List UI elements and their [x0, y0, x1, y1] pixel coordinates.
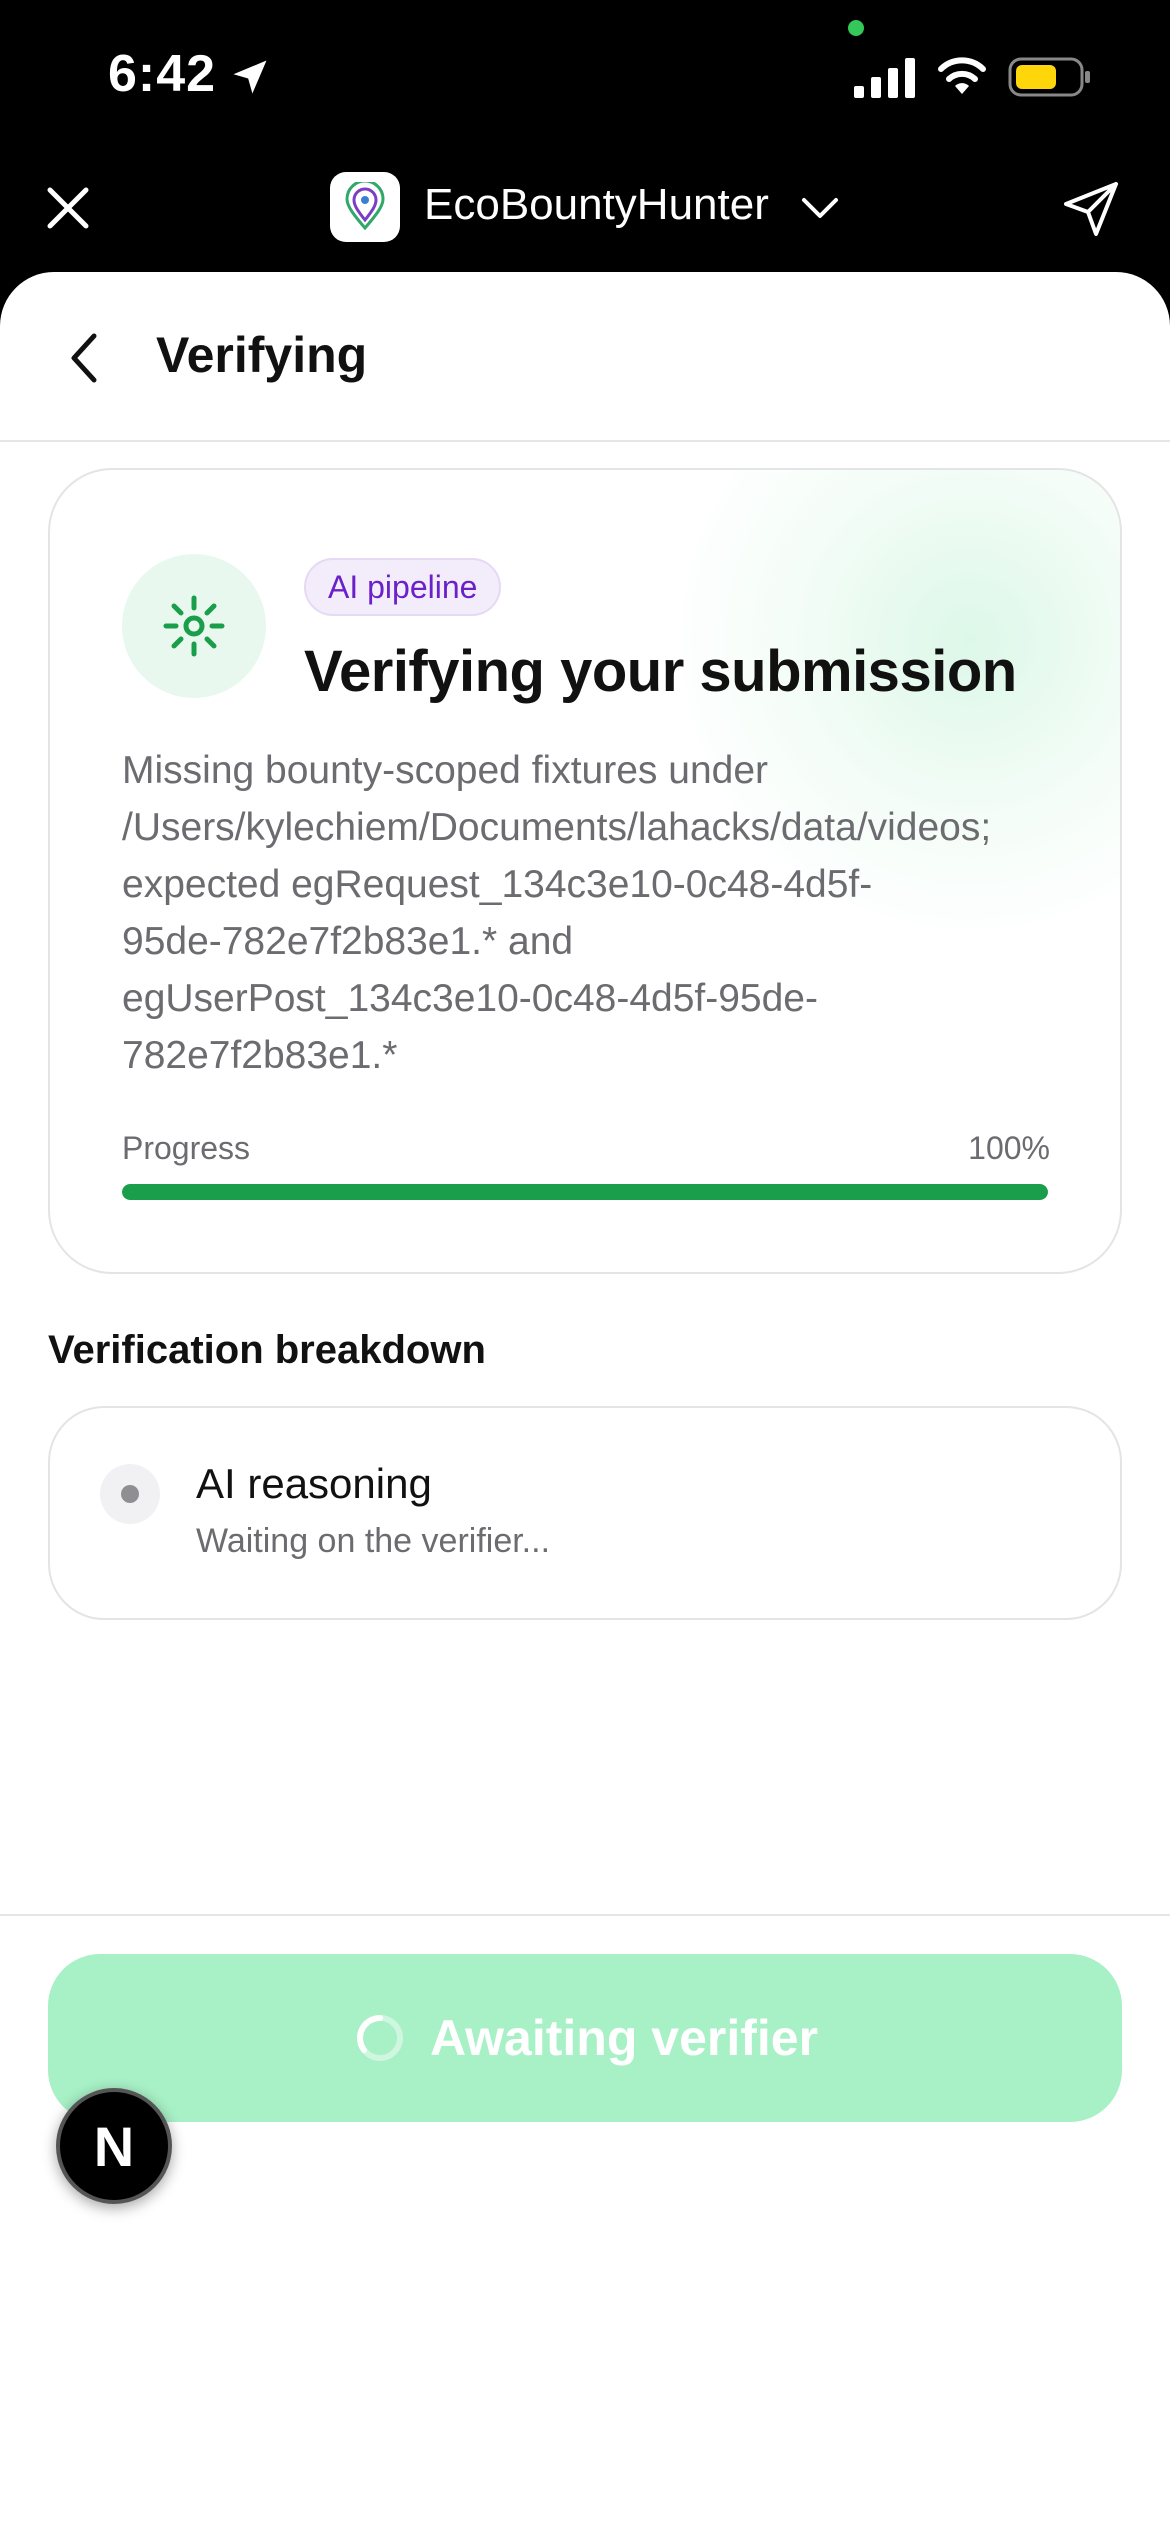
footer-divider [0, 1914, 1170, 1916]
step-subtitle: Waiting on the verifier... [196, 1522, 551, 1560]
card-title: Verifying your submission [304, 639, 1017, 704]
app-name[interactable]: EcoBountyHunter [424, 180, 769, 230]
progress-bar [122, 1184, 1048, 1200]
sun-spinner-icon [163, 595, 225, 657]
privacy-indicator-dot [848, 20, 864, 36]
signal-icon [854, 58, 915, 98]
breakdown-title: Verification breakdown [48, 1328, 486, 1372]
cta-label: Awaiting verifier [429, 2010, 819, 2066]
back-chevron-icon[interactable] [60, 328, 112, 388]
battery-icon [1008, 57, 1090, 97]
awaiting-verifier-button[interactable]: Awaiting verifier [48, 1954, 1122, 2122]
app-screen: 6:42 EcoBountyHunter Verifying AI pipeli… [0, 0, 1170, 2532]
page-title: Verifying [156, 327, 368, 383]
progress-label: Progress [122, 1130, 251, 1166]
verification-status-card: AI pipeline Verifying your submission Mi… [48, 468, 1122, 1274]
chevron-down-icon[interactable] [800, 190, 840, 226]
dev-tools-badge[interactable]: N [56, 2088, 172, 2204]
wifi-icon [938, 57, 986, 94]
step-status-indicator [100, 1464, 160, 1524]
card-description: Missing bounty-scoped fixtures under /Us… [122, 749, 992, 1077]
loading-spinner [122, 554, 266, 698]
app-logo-icon[interactable] [330, 172, 400, 242]
pending-dot-icon [121, 1485, 139, 1503]
step-title: AI reasoning [196, 1460, 432, 1507]
step-ai-reasoning[interactable]: AI reasoning Waiting on the verifier... [48, 1406, 1122, 1620]
status-time: 6:42 [108, 45, 217, 103]
send-icon[interactable] [1060, 178, 1122, 240]
location-arrow-icon [233, 60, 267, 94]
close-icon[interactable] [42, 182, 94, 234]
nav-bar: Verifying [0, 272, 1170, 442]
ai-pipeline-badge: AI pipeline [304, 558, 502, 616]
progress-value: 100% [968, 1130, 1050, 1166]
status-bar: 6:42 [0, 0, 1170, 150]
content-sheet: Verifying AI pipeline Verifying your sub… [0, 272, 1170, 2532]
progress-bar-fill [122, 1184, 1048, 1200]
loading-spinner-icon [356, 2015, 403, 2061]
app-header: EcoBountyHunter [0, 150, 1170, 280]
